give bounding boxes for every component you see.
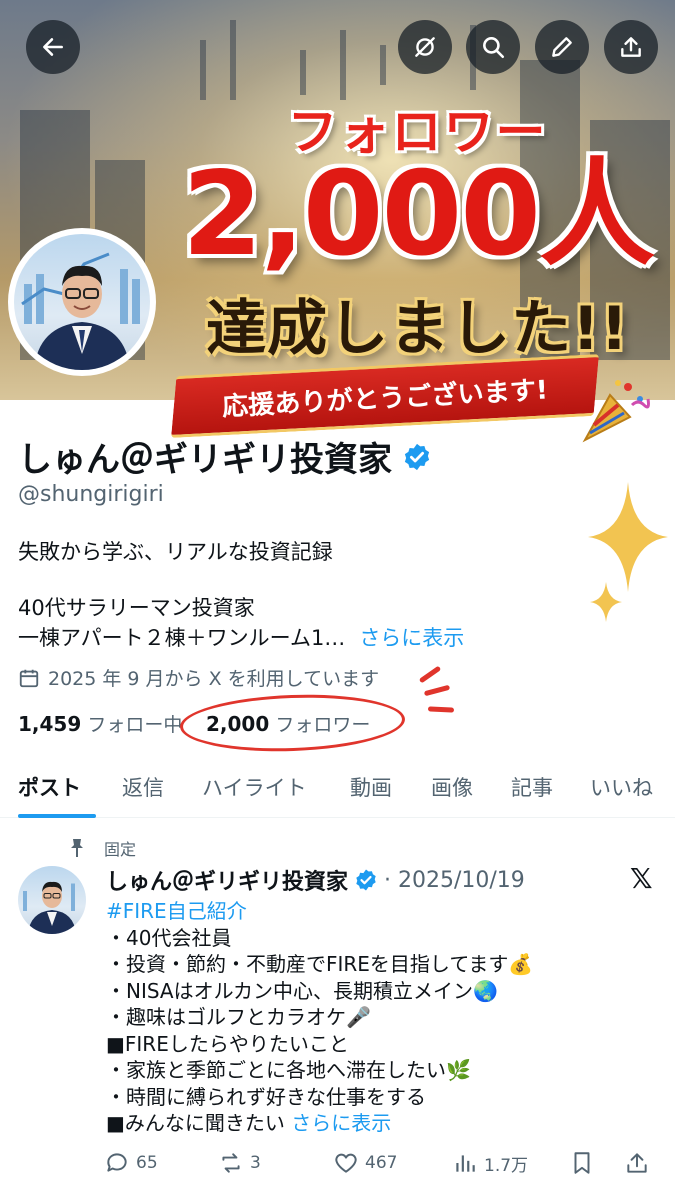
sparkle-icon — [590, 582, 622, 622]
profile-bio-line: 一棟アパート２棟＋ワンルーム1… さらに表示 — [18, 622, 464, 652]
profile-avatar[interactable] — [8, 228, 156, 376]
post-hashtag[interactable]: #FIRE自己紹介 — [106, 898, 666, 925]
tab-articles[interactable]: 記事 — [511, 772, 553, 802]
following-count: 1,459 — [18, 712, 82, 736]
banner-candlestick — [230, 20, 236, 100]
repost-icon — [222, 1153, 240, 1173]
banner-headline-count: 2,000人 — [182, 147, 655, 282]
tab-videos[interactable]: 動画 — [350, 772, 392, 802]
grok-button[interactable] — [398, 20, 452, 74]
post-line: ・投資・節約・不動産でFIREを目指してます💰 — [106, 952, 534, 976]
banner-candlestick — [340, 30, 346, 100]
repost-button[interactable]: 3 — [218, 1150, 261, 1176]
pencil-icon — [552, 37, 572, 57]
following-link[interactable]: 1,459 フォロー中 — [18, 710, 182, 737]
profile-tabs: ポスト 返信 ハイライト 動画 画像 記事 いいね — [0, 762, 675, 818]
views-chart-icon — [456, 1155, 475, 1172]
post-show-more-link[interactable]: さらに表示 — [291, 1111, 391, 1135]
edit-button[interactable] — [535, 20, 589, 74]
joined-date: 2025 年 9 月から X を利用しています — [18, 664, 379, 691]
search-icon — [483, 37, 505, 59]
post-line: ・趣味はゴルフとカラオケ🎤 — [106, 1005, 371, 1029]
views-count: 1.7万 — [484, 1155, 529, 1176]
post-header: しゅん＠ギリギリ投資家 · 2025/10/19 — [106, 864, 525, 896]
joined-text: 2025 年 9 月から X を利用しています — [48, 668, 380, 690]
post-line: ・40代会社員 — [106, 925, 232, 950]
followers-highlight-circle — [179, 691, 406, 755]
post-date[interactable]: · 2025/10/19 — [384, 868, 525, 893]
active-tab-indicator — [18, 814, 96, 818]
heart-icon — [335, 1153, 357, 1173]
reply-icon — [107, 1153, 127, 1172]
grok-icon — [415, 37, 435, 57]
banner-ribbon-text: 応援ありがとうございます! — [221, 375, 549, 422]
tab-replies[interactable]: 返信 — [122, 772, 164, 802]
tab-posts[interactable]: ポスト — [18, 772, 81, 802]
search-button[interactable] — [466, 20, 520, 74]
reply-count: 65 — [136, 1153, 158, 1173]
sparkle-icon — [588, 482, 668, 592]
pinned-label: 固定 — [104, 840, 137, 859]
profile-bio-line: 40代サラリーマン投資家 — [18, 596, 255, 620]
profile-name-row: しゅん＠ギリギリ投資家 — [18, 432, 432, 481]
emphasis-mark — [427, 706, 455, 713]
share-button[interactable] — [604, 20, 658, 74]
post-author-avatar[interactable] — [18, 866, 86, 934]
x-logo-icon: 𝕏 — [630, 862, 653, 895]
post-body: #FIRE自己紹介 ・40代会社員 ・投資・節約・不動産でFIREを目指してます… — [106, 898, 666, 1137]
post-author-name[interactable]: しゅん＠ギリギリ投資家 — [106, 864, 348, 896]
upload-icon — [627, 1153, 647, 1173]
post-line-text: ■みんなに聞きたい — [106, 1111, 285, 1135]
post-line: ・NISAはオルカン中心、長期積立メイン🌏 — [106, 978, 498, 1003]
post-actions: 65 3 467 1.7万 — [0, 1150, 675, 1184]
profile-bio-line: 失敗から学ぶ、リアルな投資記録 — [18, 540, 333, 564]
back-button[interactable] — [26, 20, 80, 74]
tab-likes[interactable]: いいね — [590, 772, 653, 802]
party-popper-icon — [582, 380, 650, 443]
banner-headline-done: 達成しました!! — [206, 294, 629, 364]
tab-highlights[interactable]: ハイライト — [202, 772, 307, 802]
avatar-portrait-icon — [23, 881, 76, 934]
profile-name: しゅん＠ギリギリ投資家 — [18, 440, 392, 480]
post-line: ■FIREしたらやりたいこと — [106, 1031, 349, 1056]
profile-bio-text: 一棟アパート２棟＋ワンルーム1… — [18, 626, 346, 650]
post-line: ・時間に縛られず好きな仕事をする — [106, 1084, 426, 1109]
banner-candlestick — [380, 45, 386, 85]
avatar-portrait-icon — [21, 252, 140, 370]
banner-candlestick — [200, 40, 206, 100]
pinned-indicator: 固定 — [68, 836, 136, 860]
following-label: フォロー中 — [87, 714, 183, 736]
bio-show-more-link[interactable]: さらに表示 — [359, 622, 464, 652]
views-button[interactable]: 1.7万 — [452, 1150, 528, 1176]
profile-handle: @shungirigiri — [18, 482, 164, 507]
repost-count: 3 — [250, 1153, 261, 1173]
bookmark-icon — [574, 1152, 590, 1174]
share-post-button[interactable] — [624, 1150, 650, 1176]
like-button[interactable]: 467 — [333, 1150, 397, 1176]
verified-badge-icon[interactable] — [354, 868, 378, 892]
calendar-icon — [19, 669, 39, 687]
tab-images[interactable]: 画像 — [431, 772, 473, 802]
emphasis-mark — [423, 684, 451, 697]
banner-candlestick — [300, 50, 306, 95]
post-line: ・家族と季節ごとに各地へ滞在したい🌿 — [106, 1058, 471, 1082]
pin-icon — [71, 839, 83, 857]
upload-icon — [621, 37, 641, 57]
post-line: ■みんなに聞きたい さらに表示 — [106, 1110, 666, 1137]
emphasis-mark — [418, 665, 442, 684]
like-count: 467 — [365, 1153, 398, 1173]
verified-badge-icon[interactable] — [402, 442, 432, 472]
back-arrow-icon — [43, 38, 63, 56]
bookmark-button[interactable] — [569, 1150, 595, 1176]
reply-button[interactable]: 65 — [104, 1150, 158, 1176]
